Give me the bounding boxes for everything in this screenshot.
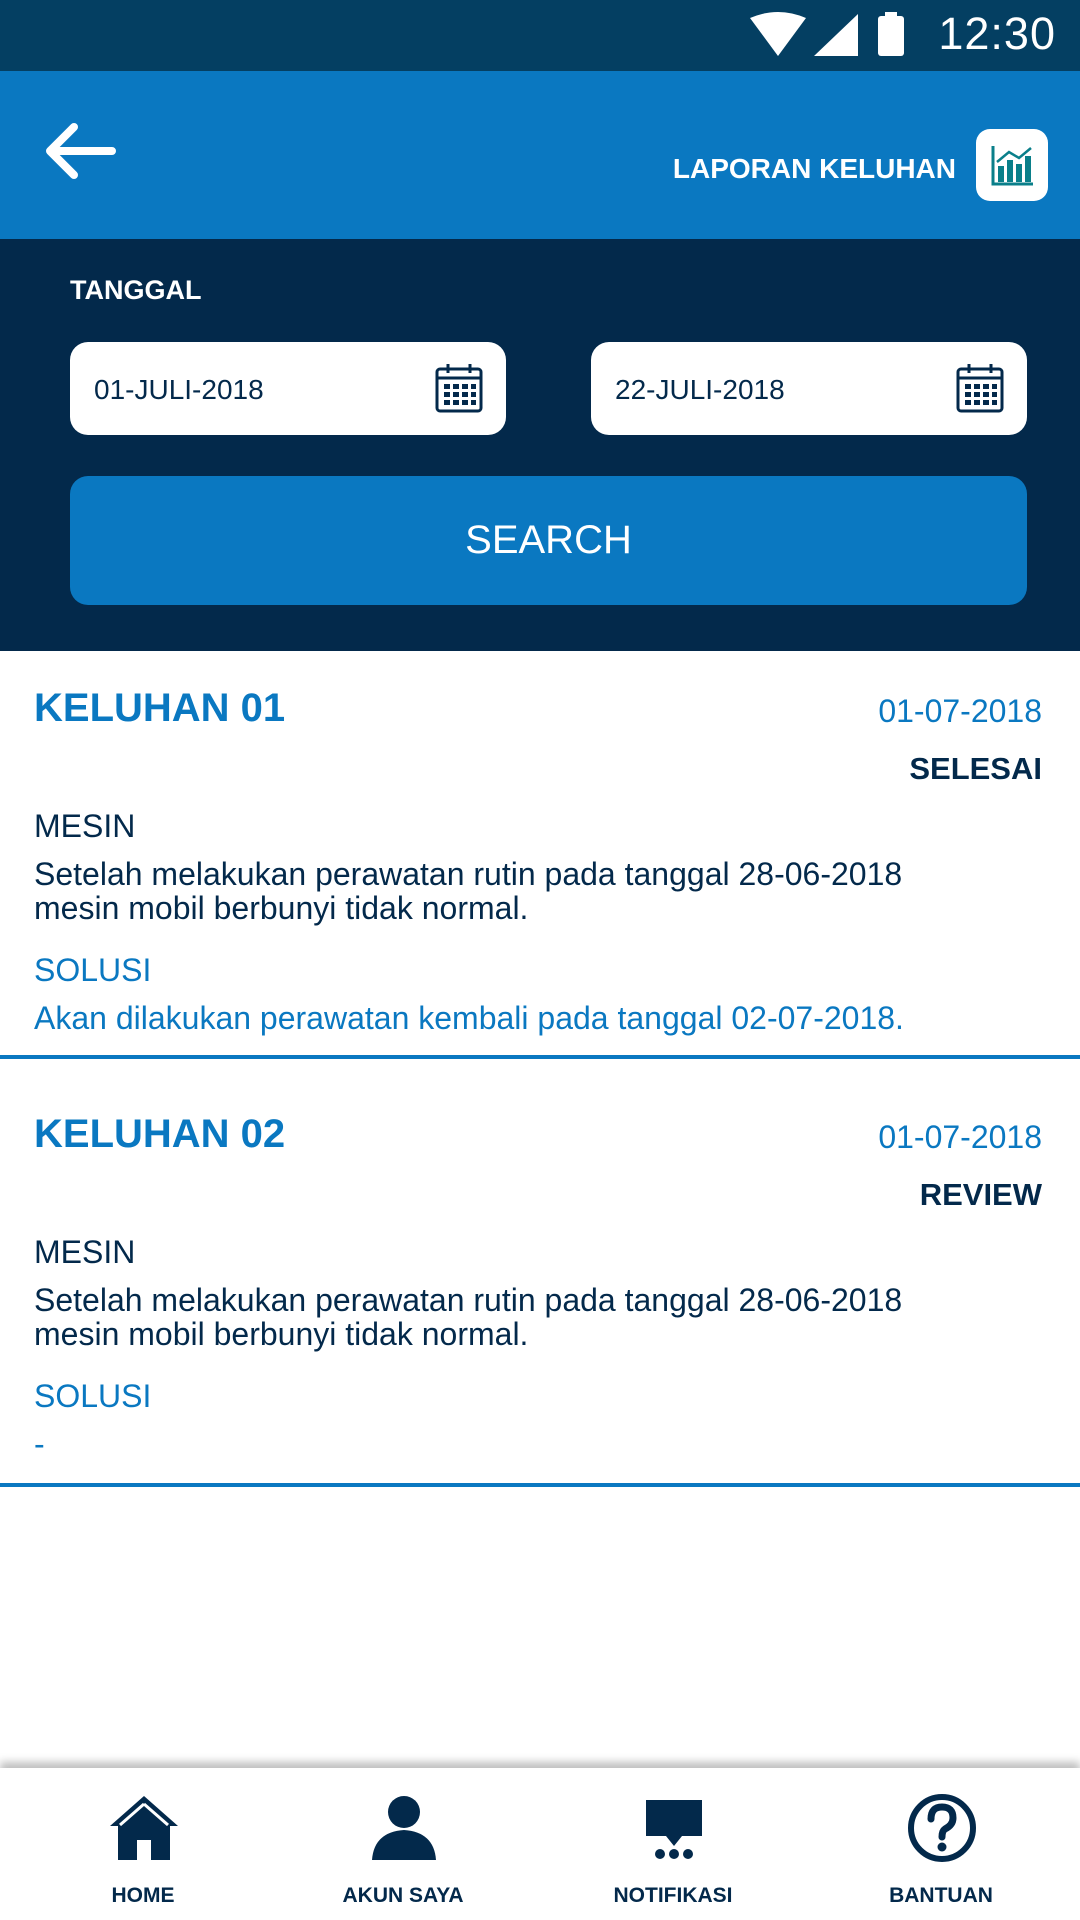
chat-icon xyxy=(646,1800,702,1859)
status-badge: REVIEW xyxy=(919,1177,1042,1212)
page-title: LAPORAN KELUHAN xyxy=(672,153,956,184)
filter-label: TANGGAL xyxy=(70,275,202,305)
nav-account-label: AKUN SAYA xyxy=(342,1884,464,1907)
solution-label: SOLUSI xyxy=(34,1378,152,1414)
complaint-card[interactable]: KELUHAN 01 01-07-2018 SELESAI MESIN Sete… xyxy=(0,651,1080,1059)
user-icon xyxy=(372,1796,436,1860)
complaint-category: MESIN xyxy=(34,808,136,844)
battery-icon xyxy=(878,16,904,56)
bar-chart-icon xyxy=(991,146,1033,186)
solution-label: SOLUSI xyxy=(34,952,152,988)
signal-icon xyxy=(814,14,858,56)
nav-help[interactable]: BANTUAN xyxy=(806,1768,1076,1920)
complaint-description: Setelah melakukan perawatan rutin pada t… xyxy=(34,1283,1034,1351)
complaint-title: KELUHAN 01 xyxy=(34,686,286,730)
bottom-navigation: HOME AKUN SAYA NOTIFIKASI BANTUAN xyxy=(0,1768,1080,1920)
start-date-field[interactable]: 01-JULI-2018 xyxy=(70,342,506,435)
complaint-title: KELUHAN 02 xyxy=(34,1112,286,1156)
nav-account[interactable]: AKUN SAYA xyxy=(268,1768,538,1920)
report-button[interactable] xyxy=(976,129,1048,201)
nav-home[interactable]: HOME xyxy=(8,1768,278,1920)
solution-text: Akan dilakukan perawatan kembali pada ta… xyxy=(34,1000,904,1036)
nav-help-label: BANTUAN xyxy=(889,1884,993,1907)
description-line: mesin mobil berbunyi tidak normal. xyxy=(34,1316,529,1352)
back-button[interactable] xyxy=(42,121,118,181)
status-badge: SELESAI xyxy=(909,751,1042,786)
status-bar: 12:30 xyxy=(0,0,1080,71)
complaint-date: 01-07-2018 xyxy=(878,1119,1042,1155)
end-date-value: 22-JULI-2018 xyxy=(615,374,785,405)
end-date-field[interactable]: 22-JULI-2018 xyxy=(591,342,1027,435)
start-date-value: 01-JULI-2018 xyxy=(94,374,264,405)
description-line: Setelah melakukan perawatan rutin pada t… xyxy=(34,856,903,892)
solution-text: - xyxy=(34,1426,45,1462)
date-filter-panel: TANGGAL 01-JULI-2018 22-JULI-2018 SEARCH xyxy=(0,239,1080,651)
arrow-left-icon xyxy=(46,123,116,179)
complaint-description: Setelah melakukan perawatan rutin pada t… xyxy=(34,857,1034,925)
calendar-icon xyxy=(435,364,483,413)
nav-notifications-label: NOTIFIKASI xyxy=(613,1884,733,1907)
app-bar: LAPORAN KELUHAN xyxy=(0,71,1080,239)
status-time: 12:30 xyxy=(938,8,1056,59)
status-icons xyxy=(750,12,904,56)
nav-notifications[interactable]: NOTIFIKASI xyxy=(538,1768,808,1920)
description-line: mesin mobil berbunyi tidak normal. xyxy=(34,890,529,926)
nav-home-label: HOME xyxy=(111,1884,175,1907)
home-icon xyxy=(110,1796,178,1860)
complaint-card[interactable]: KELUHAN 02 01-07-2018 REVIEW MESIN Setel… xyxy=(0,1059,1080,1487)
calendar-icon xyxy=(956,364,1004,413)
complaint-date: 01-07-2018 xyxy=(878,693,1042,729)
complaint-category: MESIN xyxy=(34,1234,136,1270)
help-icon xyxy=(908,1794,976,1862)
description-line: Setelah melakukan perawatan rutin pada t… xyxy=(34,1282,903,1318)
search-button[interactable]: SEARCH xyxy=(70,476,1027,605)
wifi-icon xyxy=(750,12,806,56)
